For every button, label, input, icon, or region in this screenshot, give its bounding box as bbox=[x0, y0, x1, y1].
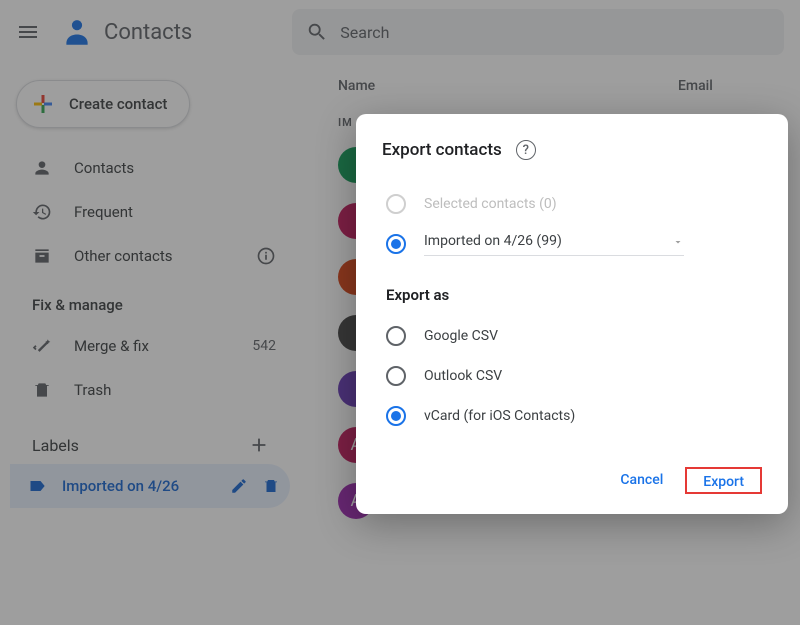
sidebar-item-other-contacts[interactable]: Other contacts bbox=[10, 234, 290, 278]
export-button-highlight: Export bbox=[685, 467, 762, 494]
format-label: Outlook CSV bbox=[424, 368, 502, 384]
col-email: Email bbox=[678, 78, 713, 94]
search-icon bbox=[306, 21, 328, 43]
format-label: Google CSV bbox=[424, 328, 498, 344]
merge-fix-count: 542 bbox=[252, 338, 276, 354]
sidebar-item-merge-fix[interactable]: Merge & fix 542 bbox=[10, 324, 290, 368]
wand-icon bbox=[32, 336, 52, 356]
radio-icon bbox=[386, 194, 406, 214]
info-icon[interactable] bbox=[256, 246, 276, 266]
sidebar-label-imported[interactable]: Imported on 4/26 bbox=[10, 464, 290, 508]
edit-label-button[interactable] bbox=[230, 477, 248, 495]
format-option[interactable]: vCard (for iOS Contacts) bbox=[386, 396, 762, 436]
plus-icon bbox=[248, 434, 270, 456]
sidebar: Create contact Contacts Frequent Other c… bbox=[0, 64, 300, 508]
col-name: Name bbox=[338, 78, 678, 94]
help-icon[interactable]: ? bbox=[516, 140, 536, 160]
sidebar-item-trash[interactable]: Trash bbox=[10, 368, 290, 412]
contacts-icon bbox=[60, 15, 94, 49]
app-title: Contacts bbox=[104, 20, 192, 45]
person-icon bbox=[32, 158, 52, 178]
sidebar-item-contacts[interactable]: Contacts bbox=[10, 146, 290, 190]
export-contacts-dialog: Export contacts ? Selected contacts (0) … bbox=[356, 114, 788, 514]
format-option[interactable]: Outlook CSV bbox=[386, 356, 762, 396]
pencil-icon bbox=[230, 477, 248, 495]
delete-label-button[interactable] bbox=[262, 477, 280, 495]
plus-multicolor-icon bbox=[31, 92, 55, 116]
list-header: Name Email bbox=[310, 64, 800, 108]
trash-icon bbox=[262, 477, 280, 495]
app-logo: Contacts bbox=[60, 15, 192, 49]
create-contact-label: Create contact bbox=[69, 95, 167, 113]
radio-icon bbox=[386, 366, 406, 386]
labels-heading: Labels bbox=[32, 436, 79, 455]
format-option[interactable]: Google CSV bbox=[386, 316, 762, 356]
fix-manage-heading: Fix & manage bbox=[10, 278, 290, 324]
search-bar[interactable]: Search bbox=[292, 9, 784, 55]
chevron-down-icon[interactable] bbox=[672, 236, 684, 252]
radio-icon bbox=[386, 406, 406, 426]
trash-icon bbox=[32, 380, 52, 400]
add-label-button[interactable] bbox=[248, 434, 270, 456]
option-label-dropdown[interactable]: Imported on 4/26 (99) bbox=[386, 224, 762, 264]
app-header: Contacts Search bbox=[0, 0, 800, 64]
option-selected-contacts: Selected contacts (0) bbox=[386, 184, 762, 224]
cancel-button[interactable]: Cancel bbox=[606, 464, 677, 496]
format-label: vCard (for iOS Contacts) bbox=[424, 408, 575, 424]
sidebar-item-frequent[interactable]: Frequent bbox=[10, 190, 290, 234]
export-source-group: Selected contacts (0) Imported on 4/26 (… bbox=[382, 184, 762, 264]
dialog-title: Export contacts bbox=[382, 140, 502, 160]
menu-icon[interactable] bbox=[16, 20, 40, 44]
export-button[interactable]: Export bbox=[689, 466, 758, 498]
export-as-heading: Export as bbox=[386, 286, 762, 304]
export-format-group: Google CSV Outlook CSV vCard (for iOS Cont… bbox=[382, 316, 762, 436]
radio-icon bbox=[386, 326, 406, 346]
history-icon bbox=[32, 202, 52, 222]
search-placeholder: Search bbox=[340, 23, 389, 42]
archive-icon bbox=[32, 246, 52, 266]
radio-icon bbox=[386, 234, 406, 254]
create-contact-button[interactable]: Create contact bbox=[16, 80, 190, 128]
label-icon bbox=[28, 476, 48, 496]
